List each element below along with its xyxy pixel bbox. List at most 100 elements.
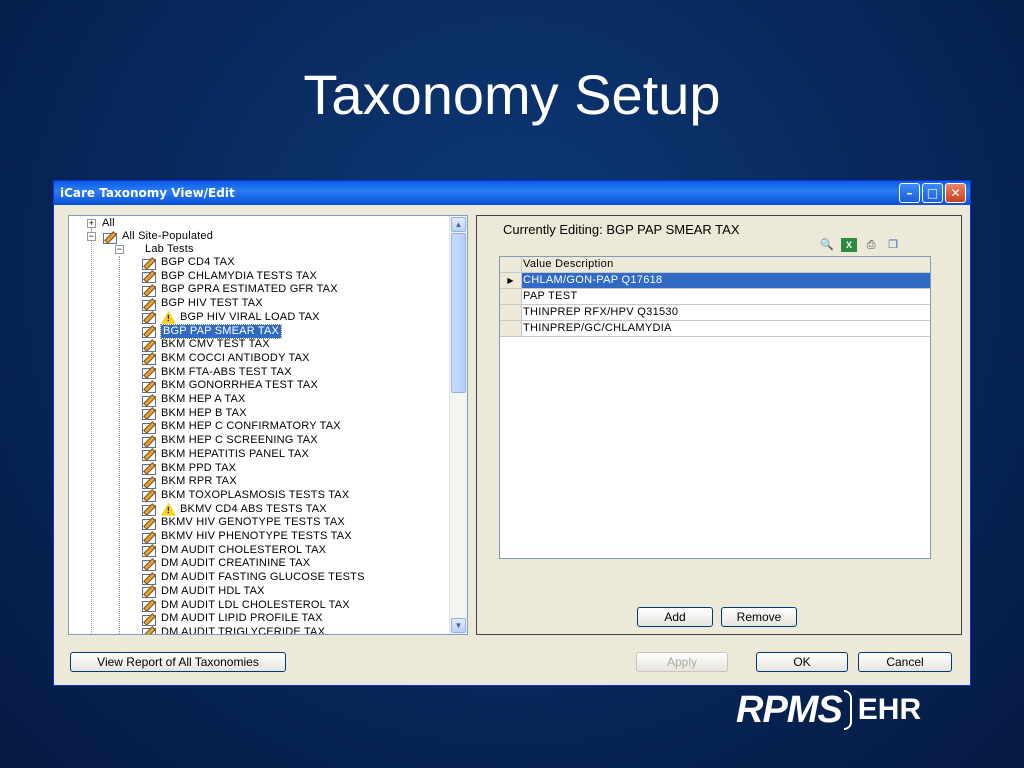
maximize-icon[interactable]: □ [922,183,943,203]
tree-item-label: BKM COCCI ANTIBODY TAX [161,351,310,364]
tree-item[interactable]: BKM PPD TAX [141,462,236,475]
row-header[interactable] [500,305,522,320]
remove-button[interactable]: Remove [721,607,797,627]
currently-editing-label: Currently Editing: BGP PAP SMEAR TAX [503,222,740,237]
taxonomy-tree[interactable]: + All − All Site-Populated − Lab Tests B… [68,215,468,635]
expand-icon[interactable]: + [87,219,96,228]
tree-item[interactable]: DM AUDIT TRIGLYCERIDE TAX [141,626,325,634]
value-description-cell[interactable]: PAP TEST [523,289,577,304]
value-description-cell[interactable]: THINPREP/GC/CHLAMYDIA [523,321,672,336]
tree-item[interactable]: BGP PAP SMEAR TAX [141,323,283,339]
grid-row[interactable]: THINPREP RFX/HPV Q31530 [500,305,930,321]
tree-item[interactable]: ! BKMV CD4 ABS TESTS TAX [141,502,327,517]
apply-button[interactable]: Apply [636,652,728,672]
pencil-icon [141,407,157,421]
tree-item[interactable]: BKM COCCI ANTIBODY TAX [141,351,310,366]
tree-item[interactable]: BKM HEPATITIS PANEL TAX [141,448,309,462]
tree-item[interactable]: BKM HEP A TAX [141,393,246,407]
tree-item[interactable]: DM AUDIT LIPID PROFILE TAX [141,612,323,626]
pencil-icon [141,503,157,517]
tree-item-label: BGP CD4 TAX [161,256,235,268]
find-icon[interactable]: 🔍 [819,238,835,252]
grid-row[interactable]: ▶ CHLAM/GON-PAP Q17618 [500,273,930,289]
view-report-button[interactable]: View Report of All Taxonomies [70,652,286,672]
tree-item-label: BKM GONORRHEA TEST TAX [161,379,319,392]
pencil-icon [141,544,157,558]
tree-item[interactable]: BGP CHLAMYDIA TESTS TAX [141,270,317,284]
tree-item[interactable]: BGP HIV TEST TAX [141,297,263,311]
tree-node-label: All Site-Populated [122,230,214,242]
tree-item-label: BGP GPRA ESTIMATED GFR TAX [161,283,338,296]
tree-item[interactable]: DM AUDIT HDL TAX [141,585,265,599]
tree-item[interactable]: BGP GPRA ESTIMATED GFR TAX [141,283,338,297]
tree-item[interactable]: ! BGP HIV VIRAL LOAD TAX [141,310,320,325]
pencil-icon [141,448,157,462]
tree-item[interactable]: BKM GONORRHEA TEST TAX [141,379,319,393]
grid-row[interactable]: THINPREP/GC/CHLAMYDIA [500,321,930,337]
window-titlebar[interactable]: iCare Taxonomy View/Edit – □ ✕ [54,181,970,205]
pencil-icon [141,462,157,475]
value-description-cell[interactable]: CHLAM/GON-PAP Q17618 [523,273,662,288]
tree-node-all[interactable]: + All [87,217,115,230]
close-icon[interactable]: ✕ [945,183,966,203]
pencil-icon [141,585,157,599]
excel-icon[interactable]: X [841,238,857,252]
rpms-ehr-logo: RPMS EHR [736,689,921,731]
tree-item[interactable]: BKMV HIV PHENOTYPE TESTS TAX [141,530,352,544]
add-button[interactable]: Add [637,607,713,627]
value-description-cell[interactable]: THINPREP RFX/HPV Q31530 [523,305,678,320]
tree-item-label: BGP HIV VIRAL LOAD TAX [180,310,320,323]
tree-item[interactable]: BKM CMV TEST TAX [141,338,270,352]
tree-item-label: BKM CMV TEST TAX [161,338,270,351]
grid-row[interactable]: PAP TEST [500,289,930,305]
tree-node-site-populated[interactable]: − All Site-Populated [87,230,214,244]
slide-title: Taxonomy Setup [303,63,721,126]
pencil-icon [141,352,157,366]
tree-item[interactable]: BKM HEP C SCREENING TAX [141,434,318,448]
current-row-arrow-icon[interactable]: ▶ [500,273,522,288]
tree-scrollbar[interactable]: ▲ ▼ [449,216,467,634]
scroll-thumb[interactable] [451,233,466,393]
ok-button[interactable]: OK [756,652,848,672]
pencil-icon [141,325,157,338]
tree-item-label: DM AUDIT TRIGLYCERIDE TAX [161,625,326,634]
scroll-down-icon[interactable]: ▼ [451,618,466,633]
scroll-up-icon[interactable]: ▲ [451,217,466,232]
tree-item[interactable]: DM AUDIT FASTING GLUCOSE TESTS [141,571,365,585]
row-header[interactable] [500,289,522,304]
collapse-icon[interactable]: − [87,232,96,241]
pencil-icon [141,298,157,311]
tree-item[interactable]: BKM TOXOPLASMOSIS TESTS TAX [141,489,349,503]
tree-item-label: BKM HEP B TAX [161,406,247,419]
tree-node-label: All [102,217,115,229]
tree-item[interactable]: BGP CD4 TAX [141,256,235,270]
pencil-icon [141,489,157,503]
value-grid[interactable]: Value Description ▶ CHLAM/GON-PAP Q17618 P… [499,256,931,559]
row-header[interactable] [500,321,522,336]
tree-item[interactable]: BKM HEP B TAX [141,406,247,421]
pencil-icon [141,421,157,434]
pencil-icon [141,476,157,489]
tree-item[interactable]: BKMV HIV GENOTYPE TESTS TAX [141,516,345,530]
print-icon[interactable]: ⎙ [863,238,879,252]
tree-node-label: Lab Tests [145,243,194,255]
pencil-icon [141,613,157,626]
column-header-value-description[interactable]: Value Description [523,257,614,272]
collapse-icon[interactable]: − [115,245,124,254]
tree-item[interactable]: BKM HEP C CONFIRMATORY TAX [141,420,341,434]
pencil-icon [141,435,157,448]
tree-item[interactable]: DM AUDIT LDL CHOLESTEROL TAX [141,599,350,612]
pencil-icon [141,380,157,393]
tree-item[interactable]: BKM RPR TAX [141,475,237,489]
tree-item[interactable]: DM AUDIT CREATININE TAX [141,557,310,571]
pencil-icon [141,626,157,634]
minimize-icon[interactable]: – [899,183,920,203]
tree-content: + All − All Site-Populated − Lab Tests B… [69,216,449,634]
pencil-icon [141,394,157,407]
cancel-button[interactable]: Cancel [858,652,952,672]
copy-icon[interactable]: ❐ [885,238,901,252]
tree-item[interactable]: DM AUDIT CHOLESTEROL TAX [141,544,326,558]
pencil-icon [141,257,157,270]
tree-node-lab-tests[interactable]: − Lab Tests [115,243,194,256]
tree-item[interactable]: BKM FTA-ABS TEST TAX [141,366,292,380]
